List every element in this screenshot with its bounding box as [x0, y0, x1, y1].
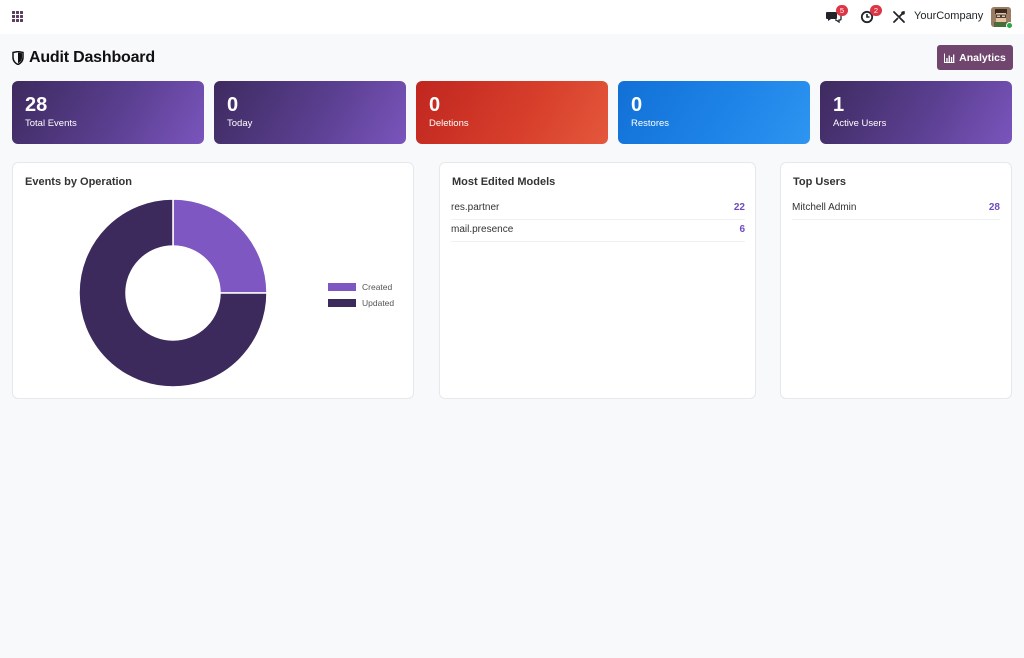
stat-label: Total Events	[25, 118, 77, 129]
stat-card-total-events: 28 Total Events	[12, 81, 204, 144]
analytics-button[interactable]: Analytics	[937, 45, 1013, 70]
activity-badge: 2	[870, 5, 882, 16]
user-avatar[interactable]	[991, 7, 1013, 29]
apps-menu-icon[interactable]	[12, 11, 23, 22]
analytics-label: Analytics	[959, 51, 1006, 64]
chart-legend: Created Updated	[328, 279, 394, 311]
bar-chart-icon	[944, 53, 955, 63]
stat-value: 0	[631, 94, 643, 116]
stat-label: Deletions	[429, 118, 469, 129]
activity-button[interactable]: 2	[860, 5, 882, 26]
page-header: Audit Dashboard	[12, 49, 155, 67]
stat-card-deletions: 0 Deletions	[416, 81, 608, 144]
model-count: 22	[733, 202, 745, 213]
stat-value: 1	[833, 94, 845, 116]
legend-swatch	[328, 283, 356, 291]
stat-card-active-users: 1 Active Users	[820, 81, 1012, 144]
debug-tools-button[interactable]	[892, 10, 906, 28]
legend-swatch	[328, 299, 356, 307]
stat-label: Today	[227, 118, 253, 129]
user-count: 28	[988, 202, 1000, 213]
stat-value: 0	[227, 94, 239, 116]
list-item[interactable]: mail.presence 6	[451, 220, 745, 242]
stat-card-restores: 0 Restores	[618, 81, 810, 144]
users-title: Top Users	[793, 176, 846, 188]
stat-label: Active Users	[833, 118, 887, 129]
model-count: 6	[739, 224, 745, 235]
shield-icon	[12, 51, 24, 65]
list-item[interactable]: Mitchell Admin 28	[792, 198, 1000, 220]
model-name: res.partner	[451, 202, 500, 213]
operations-panel: Events by Operation Created Updated	[12, 162, 414, 399]
model-name: mail.presence	[451, 224, 514, 235]
stat-value: 0	[429, 94, 441, 116]
users-panel: Top Users Mitchell Admin 28	[780, 162, 1012, 399]
stat-card-today: 0 Today	[214, 81, 406, 144]
models-panel: Most Edited Models res.partner 22 mail.p…	[439, 162, 756, 399]
donut-slice-created[interactable]	[172, 198, 268, 294]
tools-icon	[893, 11, 905, 23]
legend-label: Created	[362, 282, 393, 292]
operations-title: Events by Operation	[25, 176, 132, 188]
stat-value: 28	[25, 94, 48, 116]
stat-label: Restores	[631, 118, 670, 129]
legend-label: Updated	[362, 298, 395, 308]
user-name: Mitchell Admin	[792, 202, 857, 213]
operations-donut-chart	[78, 198, 268, 388]
chat-badge: 5	[836, 5, 848, 16]
online-status-dot	[1006, 22, 1013, 29]
company-switcher[interactable]: YourCompany	[914, 10, 983, 22]
page-title: Audit Dashboard	[29, 49, 155, 66]
legend-item-updated[interactable]: Updated	[328, 295, 394, 311]
top-navbar: 5 2 YourCompany	[0, 0, 1024, 34]
chat-button[interactable]: 5	[826, 5, 848, 26]
models-title: Most Edited Models	[452, 176, 556, 188]
list-item[interactable]: res.partner 22	[451, 198, 745, 220]
legend-item-created[interactable]: Created	[328, 279, 394, 295]
